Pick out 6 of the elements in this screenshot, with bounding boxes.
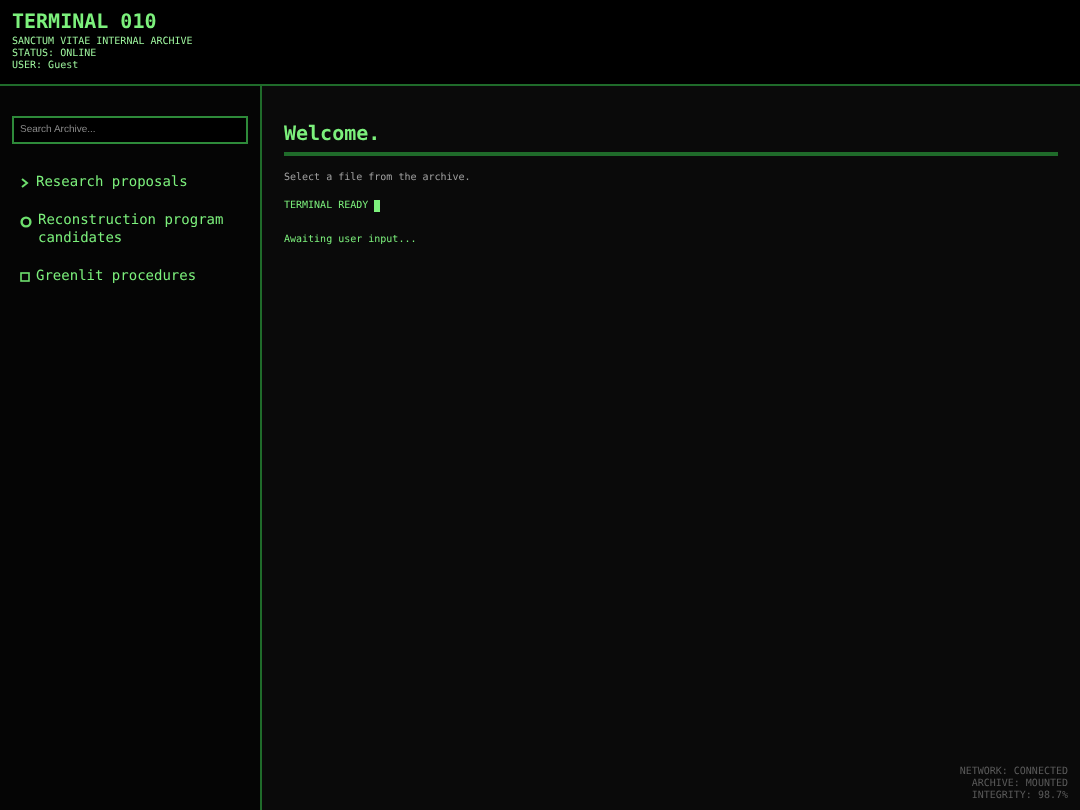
app-title: TERMINAL 010 xyxy=(12,12,159,36)
cursor-icon xyxy=(374,200,381,213)
circle-icon xyxy=(20,216,32,228)
chevron-icon xyxy=(20,178,30,188)
welcome-heading: Welcome. xyxy=(284,122,1058,156)
checkbox-icon xyxy=(20,272,30,282)
